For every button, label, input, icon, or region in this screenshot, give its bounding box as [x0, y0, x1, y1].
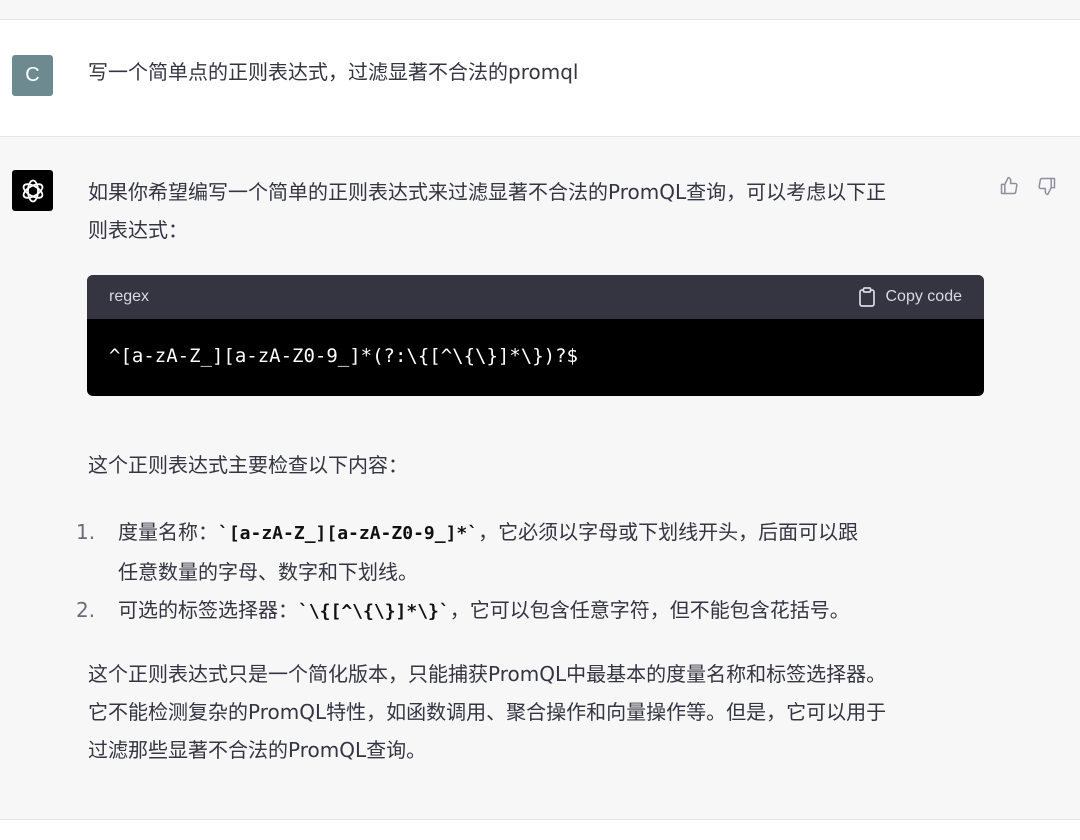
list-item-continuation: 任意数量的字母、数字和下划线。 — [118, 560, 418, 584]
copy-code-button[interactable]: Copy code — [858, 287, 963, 307]
list-item-number: 1. — [76, 520, 96, 544]
list-item-prefix: 可选的标签选择器： — [118, 598, 298, 622]
inline-code: `\{[^\{\}]*\}` — [298, 601, 450, 622]
user-message-row: C 写一个简单点的正则表达式，过滤显著不合法的promql — [0, 20, 1080, 137]
inline-code: `[a-zA-Z_][a-zA-Z0-9_]*` — [218, 523, 479, 544]
check-heading: 这个正则表达式主要检查以下内容： — [88, 453, 408, 477]
list-item-suffix: ，它必须以字母或下划线开头，后面可以跟 — [478, 520, 859, 544]
closing-paragraph: 这个正则表达式只是一个简化版本，只能捕获PromQL中最基本的度量名称和标签选择… — [88, 655, 886, 769]
code-content: ^[a-zA-Z_][a-zA-Z0-9_]*(?:\{[^\{\}]*\})?… — [109, 345, 578, 367]
closing-line-2: 它不能检测复杂的PromQL特性，如函数调用、聚合操作和向量操作等。但是，它可以… — [88, 700, 887, 724]
list-item: 2. 可选的标签选择器：`\{[^\{\}]*\}`，它可以包含任意字符，但不能… — [76, 591, 976, 631]
check-list: 1. 度量名称：`[a-zA-Z_][a-zA-Z0-9_]*`，它必须以字母或… — [76, 513, 976, 631]
intro-line-1: 如果你希望编写一个简单的正则表达式来过滤显著不合法的PromQL查询，可以考虑以… — [88, 180, 887, 204]
openai-logo-icon — [12, 170, 53, 211]
assistant-message-row: 如果你希望编写一个简单的正则表达式来过滤显著不合法的PromQL查询，可以考虑以… — [0, 137, 1080, 820]
list-item-suffix: ，它可以包含任意字符，但不能包含花括号。 — [449, 598, 850, 622]
feedback-buttons — [998, 175, 1058, 197]
thumbs-up-icon[interactable] — [998, 175, 1020, 197]
code-block-header: regex Copy code — [87, 275, 984, 319]
code-block: regex Copy code ^[a-zA-Z_][a-zA-Z0-9_]*(… — [87, 275, 984, 396]
openai-logo-svg — [22, 179, 43, 202]
closing-line-3: 过滤那些显著不合法的PromQL查询。 — [88, 738, 427, 762]
user-avatar-letter: C — [25, 64, 40, 86]
list-item-prefix: 度量名称： — [118, 520, 218, 544]
list-item-number: 2. — [76, 598, 96, 622]
intro-line-2: 则表达式： — [88, 218, 188, 242]
user-avatar: C — [12, 55, 53, 96]
thumbs-down-icon[interactable] — [1036, 175, 1058, 197]
top-divider-strip — [0, 0, 1080, 20]
code-language-label: regex — [109, 288, 150, 305]
copy-code-label: Copy code — [885, 288, 963, 305]
assistant-intro: 如果你希望编写一个简单的正则表达式来过滤显著不合法的PromQL查询，可以考虑以… — [88, 173, 978, 249]
user-message-text: 写一个简单点的正则表达式，过滤显著不合法的promql — [88, 60, 579, 84]
closing-line-1: 这个正则表达式只是一个简化版本，只能捕获PromQL中最基本的度量名称和标签选择… — [88, 662, 887, 686]
list-item: 1. 度量名称：`[a-zA-Z_][a-zA-Z0-9_]*`，它必须以字母或… — [76, 513, 976, 591]
clipboard-icon — [858, 287, 875, 307]
